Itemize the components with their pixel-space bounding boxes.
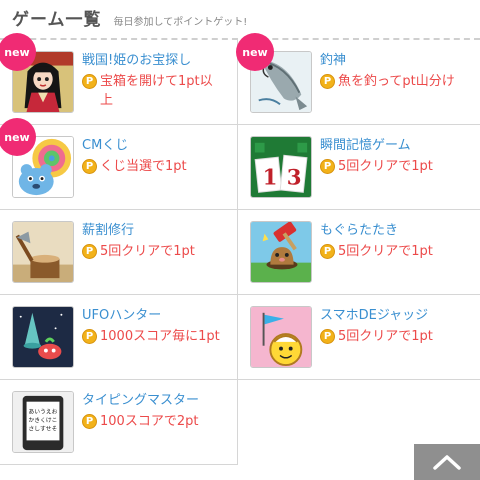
page-header: ゲーム一覧 毎日参加してポイントゲット! xyxy=(0,0,480,40)
game-title[interactable]: もぐらたたき xyxy=(320,222,433,240)
reward-row: P 5回クリアで1pt xyxy=(320,157,433,176)
game-grid: new 戦国!姫のお宝探し P 宝箱を開けて1pt以上 new 釣神 P 魚を釣… xyxy=(0,33,480,465)
reward-row: P 宝箱を開けて1pt以上 xyxy=(82,72,220,110)
game-title[interactable]: 薪割修行 xyxy=(82,222,195,240)
judge-flag-icon xyxy=(251,307,311,367)
chevron-up-icon xyxy=(433,455,461,470)
reward-text: 5回クリアで1pt xyxy=(338,159,433,174)
page-title: ゲーム一覧 xyxy=(12,10,102,30)
game-info: もぐらたたき P 5回クリアで1pt xyxy=(320,221,433,261)
memory-cards-icon: 1 3 xyxy=(251,137,311,197)
memory-number-2: 3 xyxy=(287,165,302,190)
game-title[interactable]: スマホDEジャッジ xyxy=(320,307,433,325)
game-thumbnail-memory[interactable]: 1 3 xyxy=(250,136,312,198)
reward-row: P 5回クリアで1pt xyxy=(320,327,433,346)
game-thumbnail-ufo[interactable] xyxy=(12,306,74,368)
reward-text: くじ当選で1pt xyxy=(100,159,187,174)
coin-icon: P xyxy=(82,414,97,429)
coin-icon: P xyxy=(320,74,335,89)
reward-text: 宝箱を開けて1pt以上 xyxy=(100,74,213,108)
coin-icon: P xyxy=(82,329,97,344)
game-thumbnail-typing[interactable]: あいうえお かきくけこ さしすせそ xyxy=(12,391,74,453)
game-item-typing[interactable]: あいうえお かきくけこ さしすせそ タイピングマスター P 100スコアで2pt xyxy=(0,380,238,465)
game-thumbnail-judge[interactable] xyxy=(250,306,312,368)
mole-hammer-icon xyxy=(251,222,311,282)
reward-text: 5回クリアで1pt xyxy=(338,244,433,259)
reward-text: 5回クリアで1pt xyxy=(338,329,433,344)
game-thumbnail-axe[interactable] xyxy=(12,221,74,283)
game-title[interactable]: タイピングマスター xyxy=(82,392,199,410)
typing-phone-icon: あいうえお かきくけこ さしすせそ xyxy=(13,392,73,452)
typing-text-line-3: さしすせそ xyxy=(28,426,57,433)
game-title[interactable]: 戦国!姫のお宝探し xyxy=(82,52,220,70)
reward-text: 5回クリアで1pt xyxy=(100,244,195,259)
coin-icon: P xyxy=(82,244,97,259)
game-item-tsurigami[interactable]: new 釣神 P 魚を釣ってpt山分け xyxy=(236,33,480,125)
game-title[interactable]: UFOハンター xyxy=(82,307,220,325)
memory-number-1: 1 xyxy=(263,165,278,190)
coin-icon: P xyxy=(320,329,335,344)
game-title[interactable]: 瞬間記憶ゲーム xyxy=(320,137,433,155)
reward-row: P 1000スコア毎に1pt xyxy=(82,327,220,346)
reward-row: P 魚を釣ってpt山分け xyxy=(320,72,458,91)
game-info: 釣神 P 魚を釣ってpt山分け xyxy=(320,51,458,91)
game-item-memory[interactable]: 1 3 瞬間記憶ゲーム P 5回クリアで1pt xyxy=(238,125,480,210)
game-item-cm-kuji[interactable]: new CMくじ P くじ当選で1pt xyxy=(0,118,238,210)
page-subtitle: 毎日参加してポイントゲット! xyxy=(113,17,248,28)
coin-icon: P xyxy=(320,159,335,174)
game-title[interactable]: 釣神 xyxy=(320,52,458,70)
reward-row: P 100スコアで2pt xyxy=(82,412,199,431)
ufo-icon xyxy=(13,307,73,367)
reward-row: P 5回クリアで1pt xyxy=(320,242,433,261)
new-badge: new xyxy=(236,33,274,71)
game-item-mogura[interactable]: もぐらたたき P 5回クリアで1pt xyxy=(238,210,480,295)
reward-row: P 5回クリアで1pt xyxy=(82,242,195,261)
game-item-ufo[interactable]: UFOハンター P 1000スコア毎に1pt xyxy=(0,295,238,380)
game-thumbnail-mole[interactable] xyxy=(250,221,312,283)
scroll-top-button[interactable] xyxy=(414,444,480,480)
game-item-sengoku[interactable]: new 戦国!姫のお宝探し P 宝箱を開けて1pt以上 xyxy=(0,33,238,125)
reward-text: 魚を釣ってpt山分け xyxy=(338,74,455,89)
coin-icon: P xyxy=(82,159,97,174)
game-item-judge[interactable]: スマホDEジャッジ P 5回クリアで1pt xyxy=(238,295,480,380)
coin-icon: P xyxy=(320,244,335,259)
game-title[interactable]: CMくじ xyxy=(82,137,187,155)
typing-text-line-2: かきくけこ xyxy=(28,417,57,424)
axe-log-icon xyxy=(13,222,73,282)
game-info: CMくじ P くじ当選で1pt xyxy=(82,136,187,176)
game-info: スマホDEジャッジ P 5回クリアで1pt xyxy=(320,306,433,346)
game-info: タイピングマスター P 100スコアで2pt xyxy=(82,391,199,431)
typing-text-line-1: あいうえお xyxy=(28,408,57,415)
game-info: UFOハンター P 1000スコア毎に1pt xyxy=(82,306,220,346)
game-info: 戦国!姫のお宝探し P 宝箱を開けて1pt以上 xyxy=(82,51,220,110)
game-info: 瞬間記憶ゲーム P 5回クリアで1pt xyxy=(320,136,433,176)
reward-text: 100スコアで2pt xyxy=(100,414,199,429)
game-item-makiwari[interactable]: 薪割修行 P 5回クリアで1pt xyxy=(0,210,238,295)
coin-icon: P xyxy=(82,74,97,89)
game-info: 薪割修行 P 5回クリアで1pt xyxy=(82,221,195,261)
reward-row: P くじ当選で1pt xyxy=(82,157,187,176)
reward-text: 1000スコア毎に1pt xyxy=(100,329,220,344)
